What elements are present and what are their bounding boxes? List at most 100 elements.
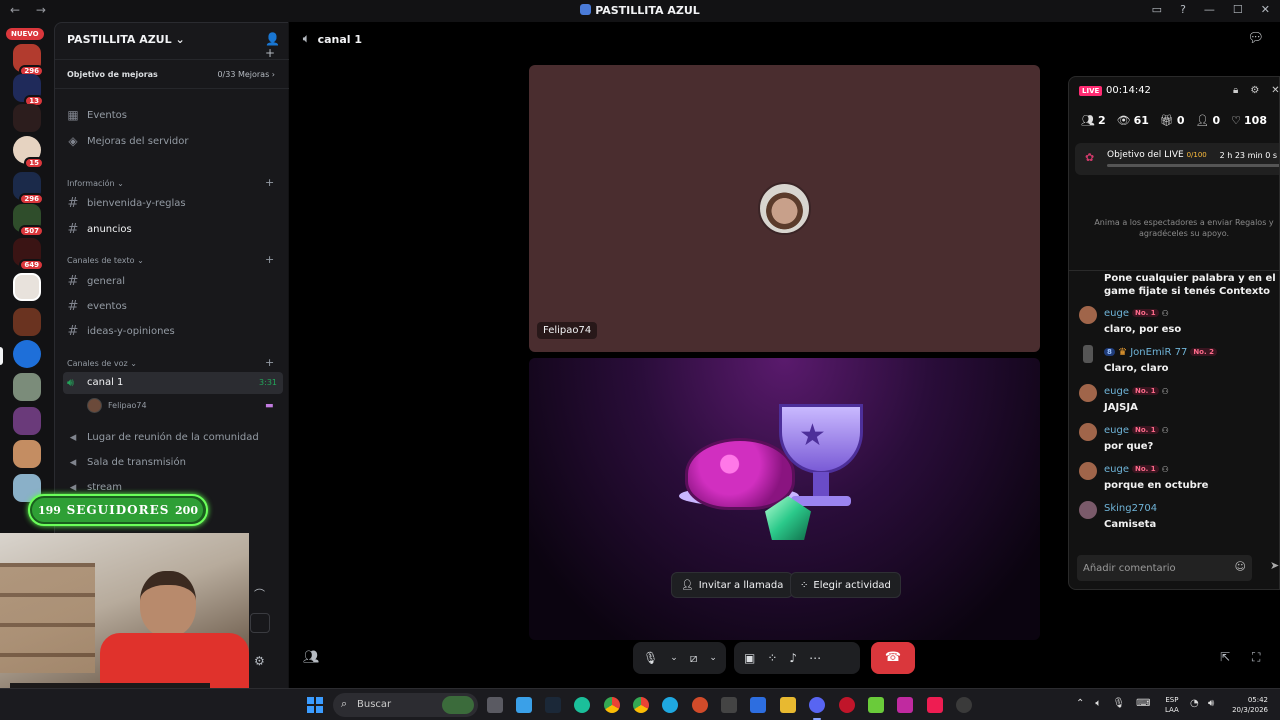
activities-icon[interactable]: ⁘ <box>767 651 777 665</box>
followers-goal-overlay: 199 SEGUIDORES 200 <box>28 494 208 526</box>
discord-icon <box>580 4 592 15</box>
voice-channel[interactable]: ◂ Sala de transmisión <box>67 452 186 472</box>
comment-input[interactable] <box>1083 560 1233 576</box>
voice-channel[interactable]: ◂ Lugar de reunión de la comunidad <box>67 427 259 447</box>
add-channel-icon[interactable]: + <box>265 176 274 189</box>
hash-icon: # <box>67 221 79 237</box>
server-icon[interactable] <box>13 407 41 435</box>
avatar <box>758 182 811 235</box>
chat-icon[interactable]: 💬︎ <box>1247 31 1264 46</box>
task-view-icon[interactable] <box>487 697 503 713</box>
microphone-icon[interactable]: 🎙︎ <box>1112 698 1125 709</box>
more-icon[interactable]: ⋯ <box>809 651 821 665</box>
server-icon[interactable] <box>13 440 41 468</box>
popout-icon[interactable]: ⇱ <box>1220 650 1230 664</box>
goal-progress <box>1107 164 1279 167</box>
chrome-icon[interactable] <box>604 697 620 713</box>
help-icon[interactable]: ? <box>1180 3 1186 16</box>
boost-goal[interactable]: Objetivo de mejoras 0/33 Mejoras › <box>55 59 289 89</box>
speaker-icon[interactable]: 🔈︎ <box>1095 698 1101 709</box>
tiktok-icon[interactable] <box>927 697 943 713</box>
invite-to-call-button[interactable]: 👤︎ Invitar a llamada <box>671 572 794 598</box>
channel-bienvenida[interactable]: # bienvenida-y-reglas <box>67 193 186 213</box>
server-name[interactable]: PASTILLITA AZUL ⌄ <box>67 33 185 46</box>
channel-ideas[interactable]: # ideas-y-opiniones <box>67 321 175 341</box>
server-icon[interactable] <box>13 273 41 301</box>
channel-eventos[interactable]: # eventos <box>67 296 127 316</box>
soundboard-icon[interactable]: ♪ <box>789 651 797 665</box>
chevron-up-icon[interactable]: ⌃ <box>1076 698 1084 709</box>
screen-share-icon[interactable]: ▣ <box>744 651 755 665</box>
server-icon[interactable] <box>13 308 41 336</box>
server-icon[interactable]: 296 <box>13 172 44 205</box>
opera-icon[interactable] <box>839 697 855 713</box>
add-channel-icon[interactable]: + <box>265 356 274 369</box>
minimize-button[interactable]: — <box>1204 3 1215 16</box>
keyboard-icon[interactable]: ⌨ <box>1136 698 1150 709</box>
live-hint: Anima a los espectadores a enviar Regalo… <box>1094 218 1274 238</box>
panel-box[interactable] <box>250 613 270 633</box>
language-indicator[interactable]: ESP LAA <box>1165 695 1179 715</box>
emoji-icon[interactable]: ☺ <box>1235 560 1246 573</box>
lock-icon[interactable]: 🔒︎ <box>1233 85 1238 96</box>
close-icon[interactable]: ✕ <box>1271 85 1279 96</box>
live-badge: LIVE <box>1079 86 1103 96</box>
app-icon[interactable] <box>868 697 884 713</box>
choose-activity-button[interactable]: ⁘ Elegir actividad <box>790 572 901 598</box>
add-people-icon[interactable]: 👥︎ <box>303 650 320 665</box>
server-boosts-item[interactable]: ◈ Mejoras del servidor <box>67 131 188 151</box>
category-text[interactable]: Canales de texto ⌄ <box>67 256 144 265</box>
volume-icon[interactable]: 🔊︎ <box>1208 698 1214 709</box>
activity-icon: ▬ <box>265 401 274 411</box>
live-goal[interactable]: ✿ Objetivo del LIVE 0/100 2 h 23 min 0 s <box>1075 143 1279 175</box>
folder-icon[interactable] <box>780 697 796 713</box>
server-icon[interactable]: 296 <box>13 44 44 77</box>
send-icon[interactable]: ➤ <box>1270 559 1279 572</box>
edge-icon[interactable] <box>662 697 678 713</box>
app-icon[interactable] <box>574 697 590 713</box>
voice-channel-active[interactable]: 🔊︎ canal 1 3:31 <box>63 372 283 394</box>
app-icon[interactable] <box>516 697 532 713</box>
server-icon[interactable]: 15 <box>13 136 44 169</box>
server-icon[interactable]: 507 <box>13 204 44 237</box>
chevron-down-icon[interactable]: ⌄ <box>709 653 717 663</box>
category-voice[interactable]: Canales de voz ⌄ <box>67 359 137 368</box>
app-icon[interactable] <box>721 697 737 713</box>
server-icon[interactable] <box>13 104 41 132</box>
disconnect-icon[interactable]: ⌒ <box>254 586 265 602</box>
store-icon[interactable] <box>750 697 766 713</box>
steam-icon[interactable] <box>545 697 561 713</box>
add-channel-icon[interactable]: + <box>265 253 274 266</box>
settings-icon[interactable]: ⚙ <box>254 654 265 668</box>
participant-tile[interactable]: Felipao74 <box>529 65 1040 352</box>
voice-user[interactable]: Felipao74 <box>87 398 147 413</box>
speaker-icon: 🔈︎ <box>303 32 310 45</box>
server-icon[interactable] <box>13 373 41 401</box>
microphone-icon[interactable]: 🎙︎ <box>643 651 658 665</box>
taskbar-search[interactable]: ⌕ Buscar <box>333 693 478 717</box>
server-icon[interactable]: 649 <box>13 238 44 271</box>
invite-icon[interactable]: 👤+ <box>265 32 288 60</box>
discord-icon[interactable] <box>809 697 825 713</box>
inbox-icon[interactable]: ▭ <box>1152 3 1162 16</box>
events-item[interactable]: ▦ Eventos <box>67 105 127 125</box>
channel-anuncios[interactable]: # anuncios <box>67 219 132 239</box>
network-icon[interactable]: ◔ <box>1190 698 1199 709</box>
chevron-down-icon[interactable]: ⌄ <box>670 653 678 663</box>
close-button[interactable]: ✕ <box>1261 3 1270 16</box>
channel-general[interactable]: # general <box>67 271 125 291</box>
app-icon[interactable] <box>897 697 913 713</box>
windows-start-icon[interactable] <box>307 697 323 713</box>
fullscreen-icon[interactable]: ⛶ <box>1252 650 1260 665</box>
server-icon[interactable]: 13 <box>13 74 44 107</box>
chrome-icon[interactable] <box>633 697 649 713</box>
app-icon[interactable] <box>956 697 972 713</box>
app-icon[interactable] <box>692 697 708 713</box>
settings-icon[interactable]: ⚙ <box>1250 85 1259 96</box>
hangup-button[interactable]: ☎︎ <box>871 642 915 674</box>
maximize-button[interactable]: ☐ <box>1233 3 1243 16</box>
camera-off-icon[interactable]: ⧄ <box>690 651 698 666</box>
server-icon[interactable] <box>13 340 41 368</box>
clock[interactable]: 05:42 20/3/2026 <box>1226 695 1268 715</box>
category-info[interactable]: Información ⌄ <box>67 179 124 188</box>
